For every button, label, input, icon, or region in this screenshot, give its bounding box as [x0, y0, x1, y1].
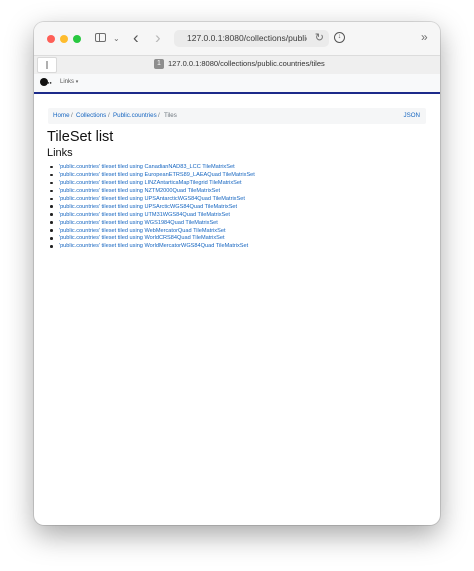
tileset-list: 'public.countries' tileset tiled using C…	[46, 163, 406, 250]
page-title: TileSet list	[47, 129, 114, 145]
breadcrumb-home[interactable]: Home	[53, 112, 70, 120]
breadcrumb-public-countries[interactable]: Public.countries	[113, 112, 157, 120]
back-button[interactable]: ‹	[133, 29, 139, 47]
minimize-window-button[interactable]	[60, 35, 68, 43]
chevron-down-icon[interactable]: ⌄	[113, 33, 120, 45]
list-item: 'public.countries' tileset tiled using L…	[46, 179, 406, 187]
breadcrumb: Home / Collections / Public.countries / …	[48, 108, 426, 124]
tileset-link[interactable]: 'public.countries' tileset tiled using W…	[59, 235, 225, 241]
tab-count-badge: 1	[154, 59, 164, 69]
site-navbar: ●● Links ▾	[34, 74, 440, 92]
navbar-divider	[34, 92, 440, 94]
tileset-link[interactable]: 'public.countries' tileset tiled using N…	[59, 188, 220, 194]
breadcrumb-tiles: Tiles	[164, 112, 177, 119]
close-window-button[interactable]	[47, 35, 55, 43]
browser-window: ⌄ ‹ › 127.0.0.1:8080/collections/public.…	[34, 22, 440, 525]
tileset-link[interactable]: 'public.countries' tileset tiled using U…	[59, 196, 245, 202]
tileset-link[interactable]: 'public.countries' tileset tiled using E…	[59, 172, 255, 178]
tileset-link[interactable]: 'public.countries' tileset tiled using W…	[59, 228, 226, 234]
breadcrumb-collections[interactable]: Collections	[76, 112, 106, 120]
tileset-link[interactable]: 'public.countries' tileset tiled using L…	[59, 180, 242, 186]
logo-mark-icon: ●●	[47, 80, 52, 85]
tileset-link[interactable]: 'public.countries' tileset tiled using W…	[59, 243, 248, 249]
overflow-chevron-icon[interactable]: »	[421, 31, 428, 43]
tab-title[interactable]: 127.0.0.1:8080/collections/public.countr…	[168, 59, 325, 69]
tab-bar: 1 127.0.0.1:8080/collections/public.coun…	[34, 55, 440, 75]
list-item: 'public.countries' tileset tiled using W…	[46, 242, 406, 250]
address-bar[interactable]: 127.0.0.1:8080/collections/public. ↻	[174, 30, 329, 47]
url-text[interactable]: 127.0.0.1:8080/collections/public.	[187, 33, 307, 44]
tileset-link[interactable]: 'public.countries' tileset tiled using W…	[59, 220, 218, 226]
list-item: 'public.countries' tileset tiled using W…	[46, 227, 406, 235]
sidebar-toggle-icon[interactable]	[95, 33, 106, 42]
list-item: 'public.countries' tileset tiled using U…	[46, 195, 406, 203]
links-heading: Links	[47, 147, 73, 159]
list-item: 'public.countries' tileset tiled using U…	[46, 203, 406, 211]
tileset-link[interactable]: 'public.countries' tileset tiled using U…	[59, 204, 237, 210]
list-item: 'public.countries' tileset tiled using U…	[46, 211, 406, 219]
breadcrumb-separator: /	[158, 112, 160, 119]
tab-overview-thumbnail[interactable]	[37, 57, 57, 73]
breadcrumb-separator: /	[108, 112, 110, 119]
list-item: 'public.countries' tileset tiled using W…	[46, 234, 406, 242]
list-item: 'public.countries' tileset tiled using W…	[46, 219, 406, 227]
title-bar: ⌄ ‹ › 127.0.0.1:8080/collections/public.…	[34, 22, 440, 55]
list-item: 'public.countries' tileset tiled using N…	[46, 187, 406, 195]
download-icon[interactable]: ↓	[334, 32, 345, 43]
zoom-window-button[interactable]	[73, 35, 81, 43]
json-link[interactable]: JSON	[403, 112, 420, 120]
tileset-link[interactable]: 'public.countries' tileset tiled using U…	[59, 212, 230, 218]
caret-down-icon: ▾	[75, 79, 79, 85]
reload-icon[interactable]: ↻	[315, 31, 324, 45]
links-dropdown-label: Links	[60, 79, 75, 85]
list-item: 'public.countries' tileset tiled using E…	[46, 171, 406, 179]
tileset-link[interactable]: 'public.countries' tileset tiled using C…	[59, 164, 235, 170]
list-item: 'public.countries' tileset tiled using C…	[46, 163, 406, 171]
breadcrumb-separator: /	[71, 112, 73, 119]
forward-button[interactable]: ›	[155, 29, 161, 47]
links-dropdown[interactable]: Links ▾	[60, 78, 78, 87]
